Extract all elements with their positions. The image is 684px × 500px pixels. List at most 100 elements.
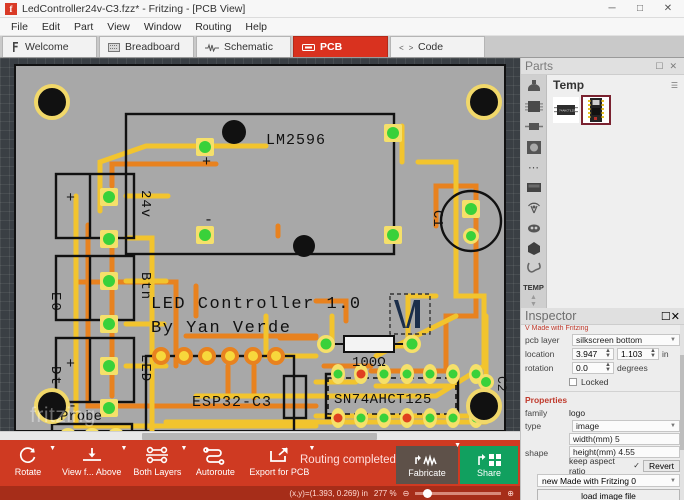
both-layers-label: Both Layers xyxy=(133,467,182,477)
bin-wire-icon[interactable] xyxy=(523,260,545,278)
pcb-artwork: LED Controller 1.0 By Yan Verde LM2596 S… xyxy=(34,84,508,434)
parts-panel-close-icon[interactable]: ✕ xyxy=(666,61,680,72)
bin-scroll-up-icon[interactable]: ▲ xyxy=(530,294,537,301)
bin-core-parts-icon[interactable] xyxy=(523,77,545,95)
family-value: logo xyxy=(569,408,586,418)
menu-part[interactable]: Part xyxy=(67,19,100,35)
both-layers-button[interactable]: Both Layers ▼ xyxy=(127,444,187,477)
image-select[interactable]: new Made with Fritzing 0 ▼ xyxy=(537,474,680,487)
bin-more-icon[interactable]: ⋯ xyxy=(523,158,545,176)
zoom-slider-knob[interactable] xyxy=(423,488,433,498)
tab-code[interactable]: < > Code xyxy=(390,36,485,57)
maximize-button[interactable]: □ xyxy=(626,0,654,17)
rotate-icon xyxy=(18,444,38,466)
zoom-in-icon[interactable]: ⊕ xyxy=(507,489,514,498)
menu-file[interactable]: File xyxy=(4,19,35,35)
autoroute-button[interactable]: Autoroute xyxy=(187,444,243,477)
menu-help[interactable]: Help xyxy=(238,19,274,35)
family-label: family xyxy=(525,408,548,418)
keep-aspect-checkbox[interactable]: ✓ xyxy=(633,461,640,470)
inspector-close-icon[interactable]: ✕ xyxy=(671,310,680,323)
bin-resistor-icon[interactable] xyxy=(523,118,545,136)
view-from-label: View f... Above xyxy=(62,467,122,477)
pcb-layer-select[interactable]: silkscreen bottom ▼ xyxy=(572,333,680,346)
pcb-icon xyxy=(302,43,315,52)
tab-pcb[interactable]: PCB xyxy=(293,36,388,57)
revert-button[interactable]: Revert xyxy=(642,459,680,472)
minimize-button[interactable]: ─ xyxy=(598,0,626,17)
menu-view[interactable]: View xyxy=(100,19,137,35)
tab-code-label: Code xyxy=(418,41,444,53)
silk-e0: E0 xyxy=(47,292,63,313)
both-layers-dropdown-icon[interactable]: ▼ xyxy=(180,445,187,452)
bin-button-icon[interactable] xyxy=(523,138,545,156)
rotate-label: Rotate xyxy=(14,467,42,477)
location-y-stepper[interactable]: ▲ ▼ xyxy=(650,348,656,359)
tab-welcome[interactable]: Welcome xyxy=(2,36,97,57)
menu-routing[interactable]: Routing xyxy=(188,19,238,35)
zoom-slider[interactable] xyxy=(415,488,502,498)
inspector-float-button[interactable]: ☐ xyxy=(661,310,671,323)
type-select[interactable]: image ▼ xyxy=(572,419,680,432)
location-x-value: 3.947 xyxy=(576,348,598,359)
keep-aspect-label: keep aspect ratio xyxy=(569,455,615,476)
pcb-canvas[interactable]: LED Controller 1.0 By Yan Verde LM2596 S… xyxy=(0,58,520,440)
rotate-button[interactable]: Rotate ▼ xyxy=(0,444,56,477)
fabricate-button[interactable]: Fabricate ▼ xyxy=(396,442,461,484)
bin-display-icon[interactable] xyxy=(523,178,545,196)
inspector-rotation-row: rotation 0.0 ▲ ▼ degrees xyxy=(525,361,680,374)
scroll-thumb[interactable] xyxy=(142,433,377,440)
inspector-type-row: type image ▼ xyxy=(525,419,680,432)
share-button[interactable]: Share xyxy=(460,446,518,484)
silk-sn74: SN74AHCT125 xyxy=(334,392,432,408)
bin-rf-icon[interactable] xyxy=(523,199,545,217)
chevron-down-icon: ▼ xyxy=(670,477,676,484)
inspector-pcb-layer-row: pcb layer silkscreen bottom ▼ xyxy=(525,333,680,346)
share-label: Share xyxy=(476,468,502,478)
view-from-button[interactable]: View f... Above ▼ xyxy=(56,444,127,477)
location-unit: in xyxy=(662,348,669,359)
rotation-value: 0.0 xyxy=(576,362,588,373)
bin-ic-icon[interactable] xyxy=(523,97,545,115)
zoom-level: 277 % xyxy=(373,488,397,498)
inspector-scroll-thumb[interactable] xyxy=(680,355,684,450)
canvas-horizontal-scrollbar[interactable] xyxy=(0,431,520,440)
type-value: image xyxy=(576,420,600,431)
view-from-dropdown-icon[interactable]: ▼ xyxy=(120,445,127,452)
location-y-input[interactable]: 1.103 ▲ ▼ xyxy=(617,347,659,360)
rotate-dropdown-icon[interactable]: ▼ xyxy=(49,445,56,452)
location-x-stepper[interactable]: ▲ ▼ xyxy=(605,348,611,359)
autoroute-label: Autoroute xyxy=(195,467,235,477)
inspector-family-row: family logo xyxy=(525,407,680,419)
menu-window[interactable]: Window xyxy=(137,19,188,35)
bin-menu-icon[interactable]: ☰ xyxy=(671,81,678,90)
bin-sensor-icon[interactable] xyxy=(523,219,545,237)
shape-width-field[interactable]: width(mm) 5 xyxy=(569,433,680,445)
zoom-out-icon[interactable]: ⊖ xyxy=(403,489,410,498)
locked-checkbox[interactable] xyxy=(569,377,577,386)
export-pcb-dropdown-icon[interactable]: ▼ xyxy=(309,445,316,452)
close-button[interactable]: ✕ xyxy=(654,0,682,17)
silk-btn: Btn xyxy=(137,272,153,300)
rotation-input[interactable]: 0.0 ▲ ▼ xyxy=(572,361,614,374)
location-x-input[interactable]: 3.947 ▲ ▼ xyxy=(572,347,614,360)
pcb-board[interactable]: LED Controller 1.0 By Yan Verde LM2596 S… xyxy=(14,64,508,434)
fritzing-logo-icon xyxy=(11,41,20,53)
load-image-file-button[interactable]: load image file xyxy=(537,489,680,500)
bin-scroll-arrows[interactable]: ▲ ▼ xyxy=(530,294,537,308)
bin-shape-icon[interactable] xyxy=(523,239,545,257)
silk-title-1: LED Controller 1.0 xyxy=(151,295,362,314)
parts-panel-float-button[interactable]: ☐ xyxy=(652,61,666,72)
tab-breadboard[interactable]: Breadboard xyxy=(99,36,194,57)
rotation-stepper[interactable]: ▲ ▼ xyxy=(605,362,611,373)
bin-temp-label[interactable]: TEMP xyxy=(523,283,544,292)
properties-heading: Properties xyxy=(525,395,568,405)
inspector-scrollbar[interactable] xyxy=(680,325,684,500)
bin-part-esp32-c3[interactable] xyxy=(581,95,611,125)
bin-scroll-down-icon[interactable]: ▼ xyxy=(530,301,537,308)
tab-schematic[interactable]: Schematic xyxy=(196,36,291,57)
bin-part-sn74ahct125[interactable]: 74AHCT125 xyxy=(553,97,579,123)
schematic-icon xyxy=(205,42,219,52)
silk-esp32: ESP32-C3 xyxy=(192,394,272,411)
menu-edit[interactable]: Edit xyxy=(35,19,67,35)
